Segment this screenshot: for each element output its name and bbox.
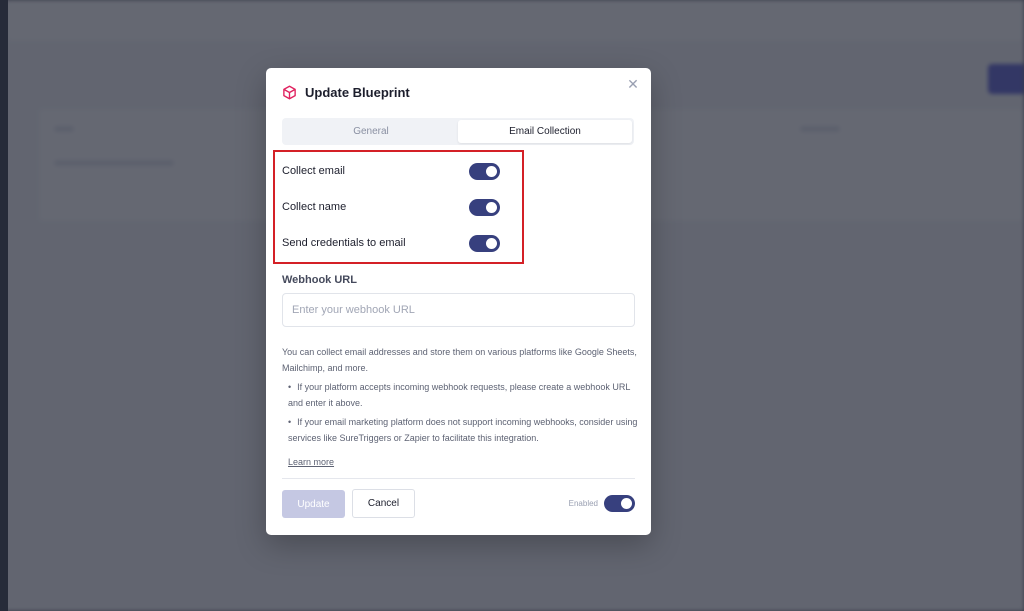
help-bullet-text: If your platform accepts incoming webhoo… [288, 382, 630, 408]
update-blueprint-modal: ✕ Update Blueprint General Email Collect… [266, 68, 651, 535]
help-list: • If your platform accepts incoming webho… [282, 379, 638, 446]
enabled-control: Enabled [569, 495, 635, 512]
learn-more-link[interactable]: Learn more [288, 457, 334, 467]
footer-divider [282, 478, 635, 479]
help-intro: You can collect email addresses and stor… [282, 347, 637, 373]
close-icon[interactable]: ✕ [625, 76, 641, 92]
webhook-url-input[interactable] [282, 293, 635, 327]
toggle-knob [621, 498, 632, 509]
toggle-knob [486, 201, 497, 213]
enabled-toggle[interactable] [604, 495, 635, 512]
send-credentials-toggle[interactable] [469, 234, 500, 252]
modal-header: Update Blueprint [282, 85, 410, 100]
enabled-label: Enabled [568, 499, 598, 508]
tab-general[interactable]: General [284, 120, 458, 143]
help-text: You can collect email addresses and stor… [282, 344, 638, 446]
collect-name-label: Collect name [282, 201, 347, 213]
toggle-knob [486, 165, 497, 177]
collect-name-row: Collect name [282, 198, 500, 216]
tab-bar: General Email Collection [282, 118, 634, 145]
toggle-knob [486, 237, 497, 249]
webhook-url-label: Webhook URL [282, 274, 357, 286]
send-credentials-row: Send credentials to email [282, 234, 500, 252]
modal-title: Update Blueprint [305, 85, 410, 100]
help-bullet: • If your email marketing platform does n… [288, 417, 638, 443]
help-bullet-text: If your email marketing platform does no… [288, 417, 638, 443]
help-bullet: • If your platform accepts incoming webho… [288, 382, 630, 408]
collect-email-label: Collect email [282, 165, 345, 177]
update-button[interactable]: Update [282, 490, 345, 518]
send-credentials-label: Send credentials to email [282, 237, 406, 249]
collect-email-row: Collect email [282, 162, 500, 180]
tab-email-collection[interactable]: Email Collection [458, 120, 632, 143]
collect-email-toggle[interactable] [469, 162, 500, 180]
cube-icon [282, 85, 297, 100]
collect-name-toggle[interactable] [469, 198, 500, 216]
cancel-button[interactable]: Cancel [352, 489, 415, 518]
